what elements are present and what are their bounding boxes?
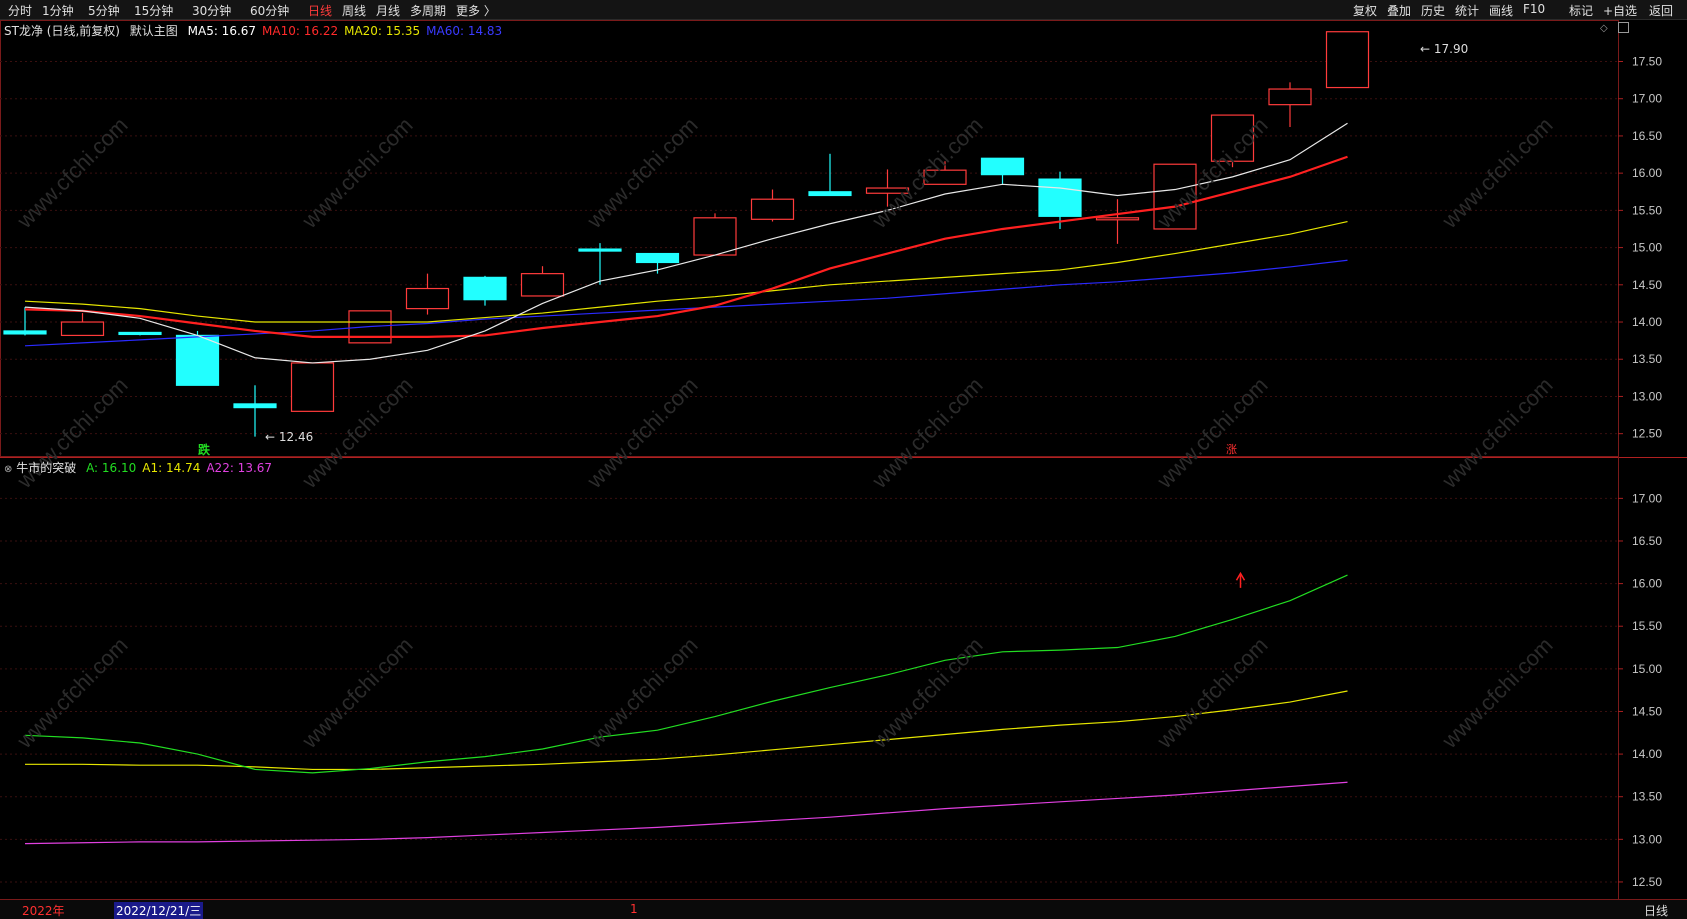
template-name[interactable]: 默认主图 xyxy=(130,24,178,38)
ma10-line xyxy=(24,155,1348,339)
main-axis-label: 15.50 xyxy=(1632,203,1662,217)
high-price-label: ← 17.90 xyxy=(1420,42,1469,56)
candle-body xyxy=(1153,163,1197,230)
period-indicator[interactable]: 日线 xyxy=(1644,902,1668,919)
candle-body xyxy=(118,331,162,336)
candle-body xyxy=(923,169,967,185)
indicator-header: ⊗ 牛市的突破 A: 16.10 A1: 14.74 A22: 13.67 xyxy=(4,459,272,476)
sub-axis-label: 16.00 xyxy=(1632,577,1662,591)
main-axis-label: 16.50 xyxy=(1632,129,1662,143)
main-axis-label: 17.50 xyxy=(1632,54,1662,68)
candle-body xyxy=(578,248,622,252)
sub-axis-label: 17.00 xyxy=(1632,491,1662,505)
candle-body xyxy=(635,252,680,264)
candle-body xyxy=(1268,88,1312,106)
main-axis-label: 14.00 xyxy=(1632,315,1662,329)
main-axis-label: 16.00 xyxy=(1632,166,1662,180)
main-panel-border xyxy=(0,20,1619,457)
main-axis-label: 17.00 xyxy=(1632,92,1662,106)
down-mark: 跌 xyxy=(198,443,211,457)
sub-axis-label: 14.00 xyxy=(1632,747,1662,761)
candle-body xyxy=(980,157,1025,176)
candle-body xyxy=(750,198,795,220)
candle-body xyxy=(1325,31,1370,89)
ma-value-1: MA10: 16.22 xyxy=(262,24,339,38)
candle-body xyxy=(290,362,335,412)
ma-value-3: MA60: 14.83 xyxy=(426,24,503,38)
cursor-date-label: 2022/12/21/三 xyxy=(114,902,204,919)
indicator-a1-line xyxy=(25,690,1348,771)
candle-body xyxy=(1095,217,1140,221)
ma-value-0: MA5: 16.67 xyxy=(187,24,257,38)
candle-body xyxy=(3,330,47,335)
candle-body xyxy=(405,287,450,310)
stock-name[interactable]: ST龙净 (日线,前复权) xyxy=(4,24,120,38)
ma20-line xyxy=(24,220,1348,323)
candle-body xyxy=(1038,178,1082,217)
candle-body xyxy=(693,217,737,256)
candle-body xyxy=(808,191,852,197)
low-price-label: ← 12.46 xyxy=(265,430,314,444)
sub-axis-label: 16.50 xyxy=(1632,534,1662,548)
sub-axis-label: 15.50 xyxy=(1632,619,1662,633)
candle-body xyxy=(463,276,507,301)
candle-body xyxy=(175,334,220,386)
indicator-a22-line xyxy=(24,781,1348,845)
main-chart-header: ST龙净 (日线,前复权) 默认主图 MA5: 16.67 MA10: 16.22… xyxy=(4,22,502,39)
main-axis-label: 12.50 xyxy=(1632,427,1662,441)
sub-axis-label: 14.50 xyxy=(1632,704,1662,718)
indicator-value-2: A22: 13.67 xyxy=(206,461,273,475)
indicator-value-1: A1: 14.74 xyxy=(142,461,201,475)
ma-value-2: MA20: 15.35 xyxy=(344,24,421,38)
window-restore-icon[interactable] xyxy=(1618,22,1629,33)
indicator-name[interactable]: 牛市的突破 xyxy=(16,461,76,475)
main-axis-label: 15.00 xyxy=(1632,241,1662,255)
cursor-marker: 1 xyxy=(630,902,638,916)
candle-body xyxy=(1210,114,1255,162)
ma60-line xyxy=(24,259,1348,347)
sub-axis-label: 12.50 xyxy=(1632,875,1662,889)
indicator-value-0: A: 16.10 xyxy=(86,461,137,475)
sub-axis-label: 13.00 xyxy=(1632,832,1662,846)
diamond-icon[interactable]: ◇ xyxy=(1600,23,1608,34)
indicator-a-line xyxy=(24,574,1348,774)
main-axis-label: 13.00 xyxy=(1632,389,1662,403)
expand-icon[interactable]: ⊗ xyxy=(4,464,12,475)
up-mark: 涨 xyxy=(1226,443,1237,456)
candle-body xyxy=(233,403,277,409)
sub-axis-label: 15.00 xyxy=(1632,662,1662,676)
candle-body xyxy=(865,187,910,194)
year-label: 2022年 xyxy=(22,904,65,918)
main-axis-label: 14.50 xyxy=(1632,278,1662,292)
sub-axis-label: 13.50 xyxy=(1632,790,1662,804)
main-axis-label: 13.50 xyxy=(1632,352,1662,366)
date-bar: 2022年 2022/12/21/三 1 日线 xyxy=(0,900,1687,919)
candle-body xyxy=(60,321,105,337)
candle-body xyxy=(520,273,565,297)
